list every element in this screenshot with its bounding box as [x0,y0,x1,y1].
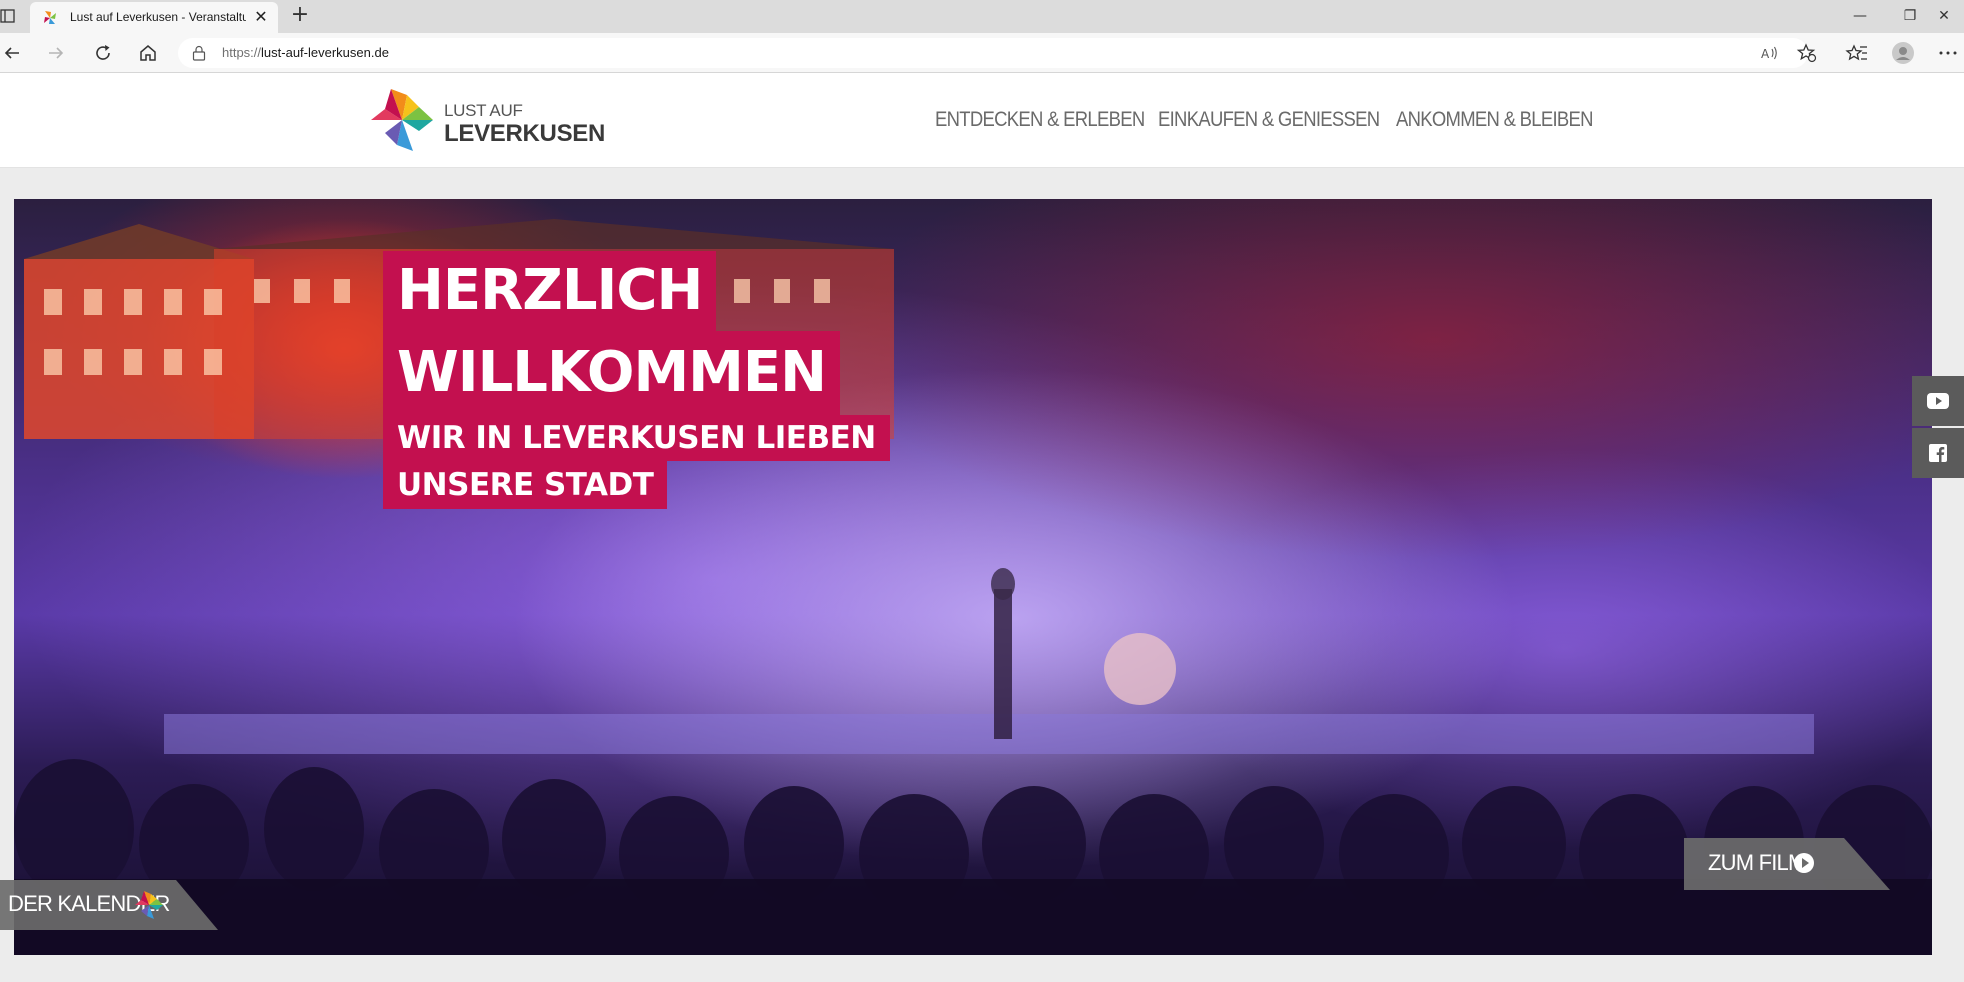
nav-einkaufen-geniessen[interactable]: EINKAUFEN & GENIESSEN [1158,108,1380,132]
back-icon[interactable] [0,41,24,65]
play-film-button[interactable]: ZUM FILM [1684,838,1890,890]
concert-crowd-image [14,568,1932,955]
facebook-icon [1929,444,1947,462]
tab-actions-icon[interactable] [0,8,16,24]
calendar-button[interactable]: DER KALENDER [0,880,222,930]
page-background-strip [0,955,1964,982]
tab-title: Lust auf Leverkusen - Veranstaltu [70,10,246,24]
browser-tab-bar: Lust auf Leverkusen - Veranstaltu ✕ + — … [0,0,1964,33]
youtube-icon [1927,393,1949,409]
minimize-icon[interactable]: — [1840,4,1880,28]
window-close-icon[interactable]: ✕ [1924,4,1964,28]
nav-entdecken-erleben[interactable]: ENTDECKEN & ERLEBEN [935,108,1145,132]
favorites-icon[interactable] [1845,41,1869,65]
hero-headline-line2: WILLKOMMEN [383,331,841,415]
site-favicon-icon [44,11,56,24]
address-bar[interactable]: https://lust-auf-leverkusen.de [178,38,1808,68]
more-icon[interactable] [1936,41,1960,65]
hero-banner: HERZLICH WILLKOMMEN WIR IN LEVERKUSEN LI… [14,199,1932,955]
logo-text-line1: LUST AUF [444,101,523,120]
facebook-link[interactable] [1912,428,1964,478]
browser-tab-active[interactable]: Lust auf Leverkusen - Veranstaltu ✕ [30,2,278,33]
tab-close-icon[interactable]: ✕ [252,8,270,26]
url-host: lust-auf-leverkusen.de [261,45,389,60]
forward-icon[interactable] [44,41,68,65]
film-button-label: ZUM FILM [1708,850,1806,875]
add-favorite-icon[interactable] [1795,41,1819,65]
home-icon[interactable] [136,41,160,65]
new-tab-button[interactable]: + [288,4,312,28]
pinwheel-small-icon [135,891,163,919]
youtube-link[interactable] [1912,376,1964,426]
site-header: LUST AUF LEVERKUSEN ENTDECKEN & ERLEBEN … [0,73,1964,168]
svg-text:A: A [1761,47,1770,61]
play-circle-icon [1794,853,1814,873]
url-text[interactable]: https://lust-auf-leverkusen.de [222,45,389,60]
reload-icon[interactable] [91,41,115,65]
hero-subline-line2: UNSERE STADT [383,461,668,509]
lock-icon[interactable] [192,45,206,61]
site-logo[interactable]: LUST AUF LEVERKUSEN [369,87,605,159]
hero-subline-line1: WIR IN LEVERKUSEN LIEBEN [383,415,890,461]
profile-icon[interactable] [1891,41,1915,65]
read-aloud-icon[interactable]: A [1757,41,1781,65]
nav-ankommen-bleiben[interactable]: ANKOMMEN & BLEIBEN [1396,108,1594,132]
hero-headline-line1: HERZLICH [383,251,717,331]
logo-text-line2: LEVERKUSEN [444,120,606,147]
url-scheme: https:// [222,45,262,60]
pinwheel-logo-icon [371,89,433,151]
browser-toolbar: https://lust-auf-leverkusen.de A [0,33,1964,73]
